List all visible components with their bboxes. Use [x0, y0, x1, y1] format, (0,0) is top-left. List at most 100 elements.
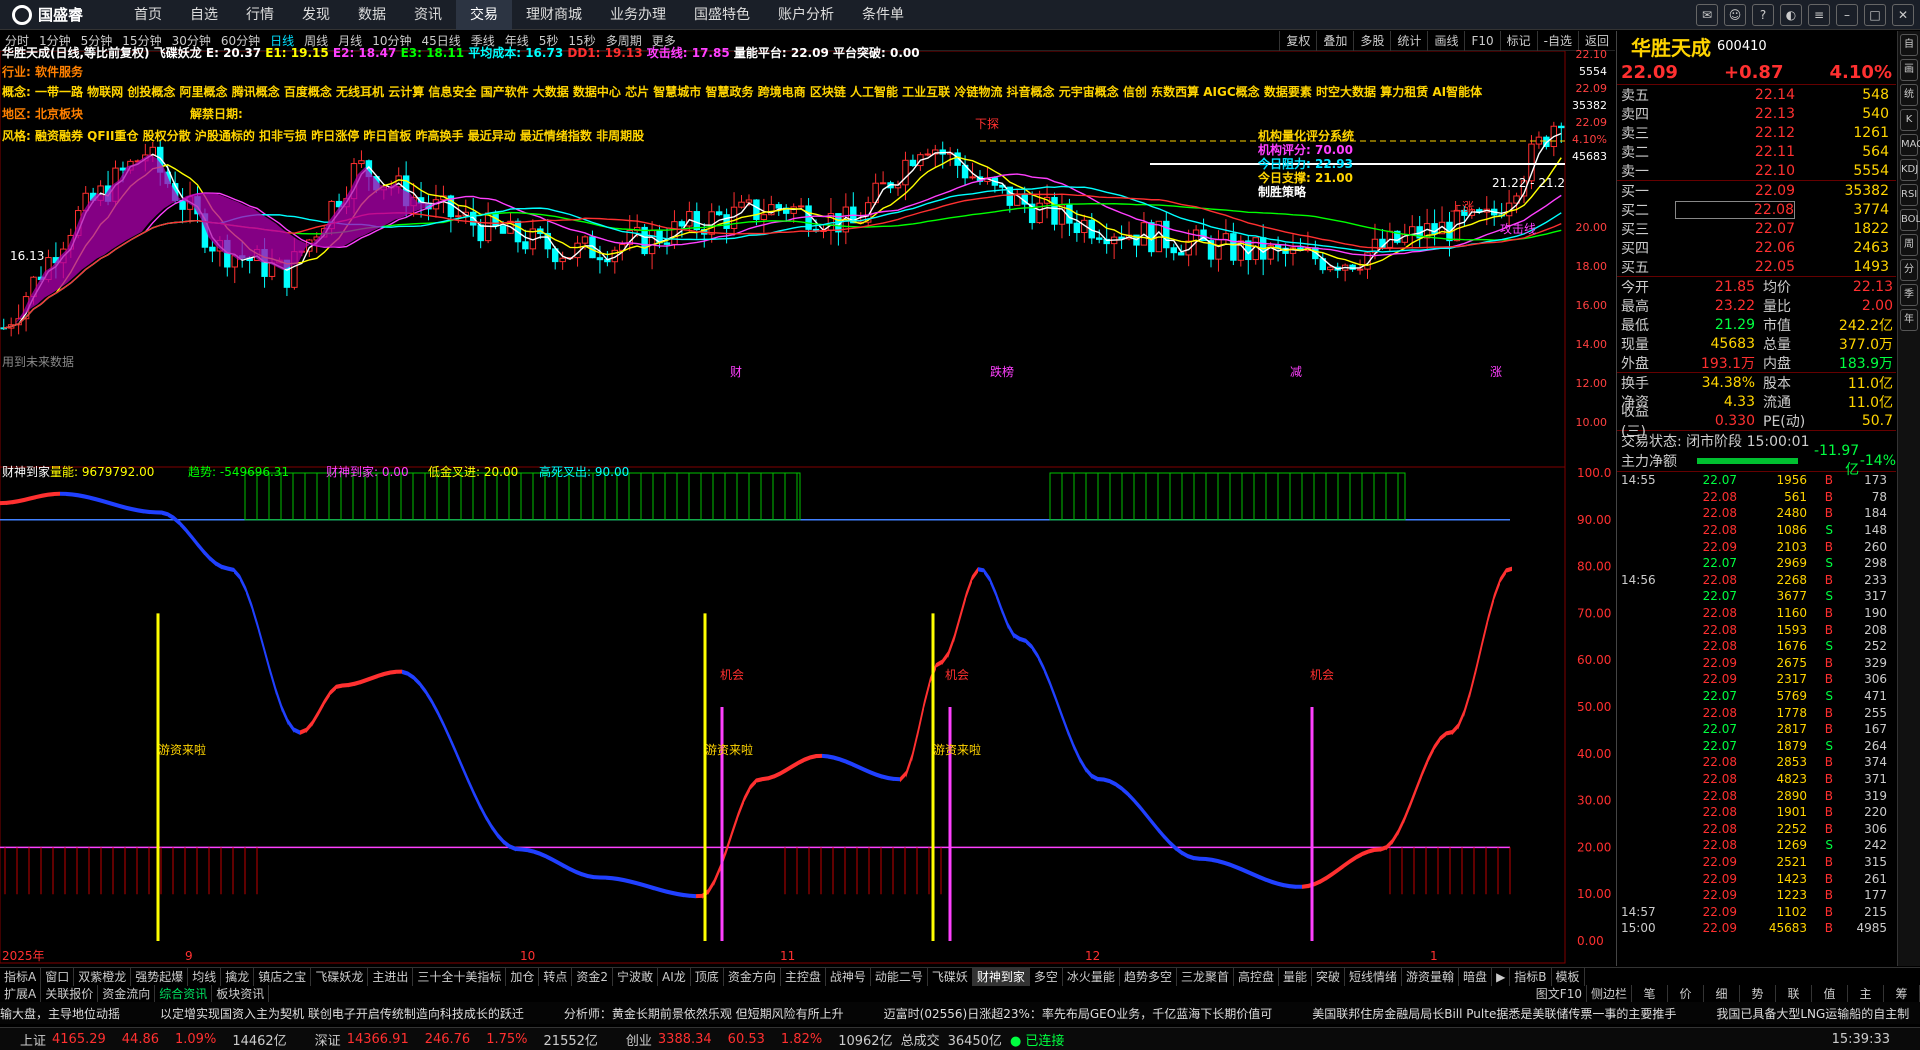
- indicator-tab[interactable]: 冰火量能: [1063, 967, 1120, 986]
- ask-row[interactable]: 卖四 22.13 540: [1617, 104, 1896, 123]
- sub-tab[interactable]: 资金流向: [98, 985, 156, 1002]
- menu-item[interactable]: 交易: [456, 0, 512, 30]
- toolbar-button[interactable]: F10: [1464, 31, 1499, 51]
- ask-row[interactable]: 卖一 22.10 5554: [1617, 161, 1896, 180]
- indicator-tab[interactable]: 三十全十美指标: [413, 967, 507, 986]
- right-panel-tab[interactable]: 筹: [1884, 985, 1920, 1002]
- indicator-tab[interactable]: 突破: [1312, 967, 1346, 986]
- indicator-tab[interactable]: 加仓: [506, 967, 540, 986]
- indicator-tab[interactable]: 指标A: [0, 967, 42, 986]
- indicator-tab[interactable]: 短线情绪: [1345, 967, 1403, 986]
- menu-item[interactable]: 行情: [232, 0, 288, 30]
- side-tool-button[interactable]: 季: [1900, 284, 1918, 306]
- indicator-tab[interactable]: 均线: [188, 967, 222, 986]
- news-item[interactable]: 迈富时(02556)日涨超23%：率先布局GEO业务，千亿蓝海下长期价值可: [884, 1005, 1273, 1022]
- menu-item[interactable]: 自选: [176, 0, 232, 30]
- user-icon[interactable]: ☺: [1724, 4, 1746, 26]
- toolbar-button[interactable]: 复权: [1279, 31, 1316, 51]
- chart-area[interactable]: 16.13 用到未来数据 21.22 - 21.2 下探 上涨 攻击线财 跌榜 减 涨 2025年…: [0, 46, 1615, 966]
- side-tool-button[interactable]: BOLL: [1900, 209, 1920, 231]
- indicator-tab[interactable]: 主控盘: [781, 967, 826, 986]
- menu-item[interactable]: 国盛特色: [680, 0, 764, 30]
- indicator-tab[interactable]: 多空: [1030, 967, 1063, 986]
- bid-row[interactable]: 买四 22.06 2463: [1617, 238, 1896, 257]
- indicator-tab[interactable]: 资金方向: [724, 967, 781, 986]
- index-name[interactable]: 上证: [20, 1030, 46, 1049]
- right-panel-tab[interactable]: 价: [1668, 985, 1704, 1002]
- maximize-icon[interactable]: □: [1864, 4, 1886, 26]
- indicator-tab[interactable]: 动能二号: [871, 967, 928, 986]
- bid-row[interactable]: 买二 22.08 3774: [1617, 200, 1896, 219]
- indicator-tab[interactable]: 暗盘: [1459, 967, 1493, 986]
- indicator-tab[interactable]: 顶底: [691, 967, 724, 986]
- sub-tab[interactable]: 板块资讯: [212, 985, 270, 1002]
- toolbar-button[interactable]: -自选: [1536, 31, 1578, 51]
- indicator-template-tab[interactable]: 模板: [1552, 967, 1585, 986]
- menu-item[interactable]: 条件单: [848, 0, 918, 30]
- menu-item[interactable]: 账户分析: [764, 0, 848, 30]
- skin-icon[interactable]: ◐: [1780, 4, 1802, 26]
- app-logo[interactable]: 国盛睿: [0, 4, 120, 25]
- index-name[interactable]: 深证: [315, 1030, 341, 1049]
- right-panel-tab[interactable]: 势: [1740, 985, 1776, 1002]
- side-tool-button[interactable]: 分: [1900, 259, 1918, 281]
- close-icon[interactable]: ✕: [1892, 4, 1914, 26]
- indicator-tab[interactable]: 窗口: [41, 967, 75, 986]
- side-tool-button[interactable]: K: [1900, 109, 1918, 131]
- news-item[interactable]: 我国已具备大型LNG运输船的自主制: [1716, 1005, 1909, 1022]
- side-tool-button[interactable]: MACD: [1900, 134, 1920, 156]
- side-tool-button[interactable]: KDJ: [1900, 159, 1918, 181]
- side-tool-button[interactable]: RSI: [1900, 184, 1918, 206]
- toolbar-button[interactable]: 多股: [1353, 31, 1390, 51]
- indicator-tab[interactable]: 双紫橙龙: [74, 967, 132, 986]
- side-tool-button[interactable]: 统: [1900, 84, 1918, 106]
- indicator-tab[interactable]: 飞碟妖龙: [311, 967, 369, 986]
- sub-tab[interactable]: 综合资讯: [155, 985, 213, 1002]
- indicator-tab[interactable]: 量能: [1279, 967, 1312, 986]
- sub-tab[interactable]: 扩展A: [0, 985, 42, 1002]
- indicator-tab[interactable]: 镇店之宝: [254, 967, 312, 986]
- scroll-right-icon[interactable]: ▶: [1492, 967, 1511, 986]
- indicator-tab[interactable]: 宁波敢: [613, 967, 659, 986]
- menu-item[interactable]: 业务办理: [596, 0, 680, 30]
- sub-tab-right[interactable]: 图文F10: [1532, 985, 1587, 1002]
- menu-item[interactable]: 首页: [120, 0, 176, 30]
- right-panel-tab[interactable]: 笔: [1632, 985, 1668, 1002]
- ask-row[interactable]: 卖五 22.14 548: [1617, 85, 1896, 104]
- side-tool-button[interactable]: 画: [1900, 59, 1918, 81]
- bid-row[interactable]: 买五 22.05 1493: [1617, 257, 1896, 276]
- minimize-icon[interactable]: –: [1836, 4, 1858, 26]
- indicator-tab[interactable]: 主进出: [368, 967, 414, 986]
- side-tool-button[interactable]: 周: [1900, 234, 1918, 256]
- indicator-tab[interactable]: 高控盘: [1234, 967, 1279, 986]
- side-tool-button[interactable]: 年: [1900, 309, 1918, 331]
- indicator-tab[interactable]: 三龙聚首: [1177, 967, 1234, 986]
- indicator-tab[interactable]: 擒龙: [221, 967, 255, 986]
- help-icon[interactable]: ?: [1752, 4, 1774, 26]
- menu-item[interactable]: 理财商城: [512, 0, 596, 30]
- indicator-tab[interactable]: 战神号: [826, 967, 871, 986]
- bid-row[interactable]: 买一 22.09 35382: [1617, 181, 1896, 200]
- news-item[interactable]: 输大盘，主导地位动摇: [0, 1005, 120, 1022]
- indicator-tab[interactable]: 飞碟妖: [928, 967, 973, 986]
- menu-item[interactable]: 数据: [344, 0, 400, 30]
- indicator-tab[interactable]: 资金2: [572, 967, 614, 986]
- news-ticker[interactable]: 输大盘，主导地位动摇 以定增实现国资入主为契机 联创电子开启传统制造向科技成长的跃…: [0, 1002, 1920, 1024]
- tick-list[interactable]: 14:55 22.07 1956 B 173 22.08 561 B 78 22.08 2480 B 1…: [1617, 472, 1896, 937]
- menu-item[interactable]: 资讯: [400, 0, 456, 30]
- indicator-tab[interactable]: 强势起爆: [131, 967, 189, 986]
- toolbar-button[interactable]: 叠加: [1316, 31, 1353, 51]
- toolbar-button[interactable]: 画线: [1427, 31, 1464, 51]
- news-item[interactable]: 美国联邦住房金融局局长Bill Pulte据悉是美联储传票一事的主要推手: [1312, 1005, 1676, 1022]
- right-panel-tab[interactable]: 细: [1704, 985, 1740, 1002]
- news-item[interactable]: 分析师：黄金长期前景依然乐观 但短期风险有所上升: [564, 1005, 844, 1022]
- menu-icon[interactable]: ≡: [1808, 4, 1830, 26]
- news-item[interactable]: 以定增实现国资入主为契机 联创电子开启传统制造向科技成长的跃迁: [160, 1005, 524, 1022]
- sub-tab[interactable]: 关联报价: [41, 985, 99, 1002]
- toolbar-button[interactable]: 标记: [1499, 31, 1537, 51]
- indicator-template-tab[interactable]: 指标B: [1510, 967, 1552, 986]
- indicator-tab[interactable]: AI龙: [658, 967, 691, 986]
- bid-row[interactable]: 买三 22.07 1822: [1617, 219, 1896, 238]
- indicator-tab[interactable]: 转点: [539, 967, 573, 986]
- kline-chart[interactable]: 16.13 用到未来数据 21.22 - 21.2 下探上涨攻击线财 跌榜 减 涨 2025年…: [0, 50, 1615, 966]
